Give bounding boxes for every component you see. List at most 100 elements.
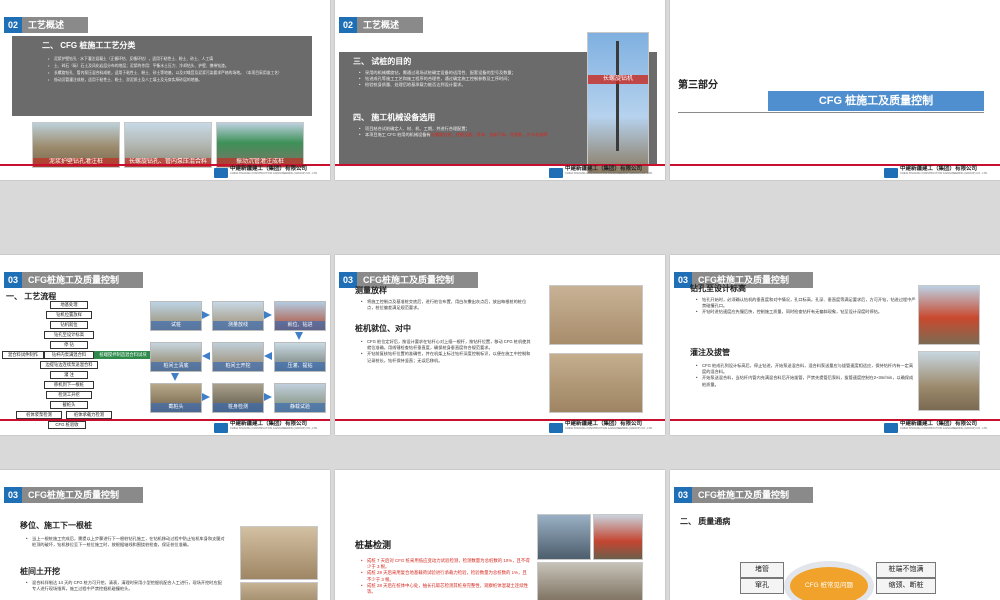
photo-slurry-drill: 泥浆护壁钻孔灌注桩 — [32, 122, 120, 168]
issue-box: 缩颈、断桩 — [876, 578, 936, 594]
company-logo-icon — [884, 423, 898, 433]
divider — [678, 112, 984, 113]
slide-4[interactable]: 03 CFG桩施工及质量控制 一、 工艺流程 地基处理 钻机位置放样 钻机就位 … — [0, 255, 330, 435]
slide-heading: 一、 工艺流程 — [6, 292, 57, 301]
photo-drilling — [918, 285, 980, 345]
bullet-item: 将施工控制点及基准桩交底后，进行桩位布置，用白灰撒出灰点后，放出每根桩的桩位点，… — [361, 299, 531, 311]
bullet-item: 成桩 28 天后在桩体中心处，抽长孔取芯检测其桩身完整性，观察桩体混凝土连续性等… — [361, 583, 531, 595]
flow-step: 钻孔至设计标高 — [44, 331, 94, 339]
slide-9[interactable]: 03 CFG桩施工及质量控制 二、 质量通病 堵管 窜孔 CFG 桩常见问题 桩… — [670, 470, 1000, 600]
photo-long-auger-rig: 长螺旋钻机 — [587, 32, 649, 174]
heading-pile-testing: 桩基检测 — [355, 540, 392, 550]
heading-drill-depth: 钻孔至设计标高 — [690, 284, 746, 293]
flow-photo: 就位、钻进 — [274, 301, 326, 331]
photo-long-auger: 长螺旋钻孔、管内泵压混合料 — [124, 122, 212, 168]
bullet-list: 当上一根桩施工完成后，需提以上步骤进行下一根桩钻孔施工，在钻机移动过程中防止钻机… — [26, 536, 226, 548]
heading-survey: 测量放样 — [355, 286, 387, 295]
flow-step: 桩体浆泵检测 — [16, 411, 62, 419]
photo-vibro-pipe: 振动沉管灌注成桩 — [216, 122, 304, 168]
slide-footer: 中建新疆建工（集团）有限公司 CHINA XINJIANG CONSTRUCTIO… — [0, 164, 330, 180]
section-tag: 03 CFG桩施工及质量控制 — [4, 272, 144, 288]
slide-footer: 中建新疆建工（集团）有限公司 CHINA XINJIANG CONSTRUCTIO… — [670, 419, 1000, 435]
slide-3[interactable]: 第三部分 CFG 桩施工及质量控制 中建新疆建工（集团）有限公司 CHINA XI… — [670, 0, 1000, 180]
flow-step: 地基处理 — [50, 301, 88, 309]
bullet-list: 项目结合试桩确定人、材、机、工期，并进行合理配置； 本项目施工 CFG 桩用的机… — [359, 126, 569, 139]
bullet-item: 成桩 28 天后采用复合地基载荷试验进行承载力检验，检验数量为总桩数的 1%，且… — [361, 570, 531, 582]
slide-5[interactable]: 03 CFG桩施工及质量控制 测量放样 将施工控制点及基准桩交底后，进行桩位布置… — [335, 255, 665, 435]
arrow-down-icon — [171, 373, 179, 381]
heading-pour-extract: 灌注及拔管 — [690, 348, 730, 357]
slide-footer: 中建新疆建工（集团）有限公司 CHINA XINJIANG CONSTRUCTIO… — [335, 164, 665, 180]
company-logo-icon — [549, 168, 563, 178]
bullet-list: 成桩 7 天后对 CFG 桩采用低应变动力试验检测，检测数量为总桩数的 10%，… — [361, 558, 531, 595]
section-tag: 02 工艺概述 — [339, 17, 424, 33]
photo-site-survey — [549, 285, 643, 345]
slide-footer: 中建新疆建工（集团）有限公司 CHINA XINJIANG CONSTRUCTIO… — [335, 419, 665, 435]
arrow-down-icon — [295, 332, 303, 340]
slide-6[interactable]: 03 CFG桩施工及质量控制 钻孔至设计标高 钻孔开始时，必须确认钻机的垂直度和… — [670, 255, 1000, 435]
flow-photo: 桩间土开挖 — [212, 342, 264, 372]
company-logo-icon — [549, 423, 563, 433]
company-logo-icon — [884, 168, 898, 178]
issue-box: 堵管 — [740, 562, 784, 578]
bullet-item: CFG 桩成孔到设计标高后，停止钻进，开始泵送混合料，混合料泵送量应与拔管速度相… — [696, 363, 916, 375]
bullet-item: 本项目施工 CFG 桩用的机械设备有长螺旋钻机、挖掘设备、泵车、自卸汽车、挖掘机… — [359, 132, 569, 138]
heading-test-purpose: 三、 试桩的目的 — [353, 57, 412, 66]
flow-step: 桩体承载力检测 — [66, 411, 112, 419]
photo-testing-team — [537, 514, 591, 560]
arrow-left-icon — [202, 352, 210, 360]
flow-step: 钻杆内泵满混合料 — [44, 351, 94, 359]
flow-photo: 静载试验 — [274, 383, 326, 413]
photo-pouring — [918, 351, 980, 411]
flow-step: 截桩头 — [50, 401, 88, 409]
slide-2[interactable]: 02 工艺概述 三、 试桩的目的 采用的机械螺旋钻，需通过现场试桩确定设备的适用… — [335, 0, 665, 180]
section-title: CFG桩施工及质量控制 — [692, 487, 814, 503]
photo-caption: 长螺旋钻机 — [588, 75, 648, 84]
company-name: 中建新疆建工（集团）有限公司 CHINA XINJIANG CONSTRUCTIO… — [230, 421, 318, 430]
photo-pile-heads — [240, 526, 318, 580]
slide-heading: 二、 CFG 桩施工工艺分类 — [42, 41, 136, 50]
section-number: 03 — [674, 487, 693, 503]
arrow-right-icon — [264, 393, 272, 401]
slide-8[interactable]: 桩基检测 成桩 7 天后对 CFG 桩采用低应变动力试验检测，检测数量为总桩数的… — [335, 470, 665, 600]
part-label: 第三部分 — [678, 80, 718, 91]
flow-step: 边提钻边连续泵送混合料 — [40, 361, 98, 369]
section-number: 02 — [4, 17, 23, 33]
bullet-list: 混合料拌制达 14 天的 CFG 桩方可开挖，清表，清理时采用小型挖掘机配合人工… — [26, 580, 226, 592]
arrow-right-icon — [202, 311, 210, 319]
section-title: 工艺概述 — [357, 17, 424, 33]
flow-step: 检测工开挖 — [46, 391, 92, 399]
section-number: 03 — [4, 272, 23, 288]
issue-box: 桩端不饱满 — [876, 562, 936, 578]
bullet-item: 混合料拌制达 14 天的 CFG 桩方可开挖，清表，清理时采用小型挖掘机配合人工… — [26, 580, 226, 592]
bullet-item: 开钻前复核钻杆位置的准确性，并在机架上标注钻杆深度控制标识，以便在施工中控制和记… — [361, 351, 531, 363]
section-tag: 02 工艺概述 — [4, 17, 89, 33]
arrow-right-icon — [264, 311, 272, 319]
flow-photo: 测量放线 — [212, 301, 264, 331]
section-number: 02 — [339, 17, 358, 33]
company-name: 中建新疆建工（集团）有限公司 CHINA XINJIANG CONSTRUCTIO… — [565, 166, 653, 175]
bullet-list: CFG 桩位定好后，按设计要求在钻杆心对上插一根杆，按钻杆位置，移动 CFG 桩… — [361, 339, 531, 364]
section-tag: 03 CFG桩施工及质量控制 — [4, 487, 144, 503]
heading-move-next: 移位、施工下一根桩 — [20, 521, 92, 530]
bullet-item: 检验桩身质量、处理后地基承载力能否达到设计要求。 — [359, 82, 569, 88]
flow-step: 停 钻 — [50, 341, 88, 349]
flow-step-highlight: 桩端搅拌制造混合料试块 — [94, 351, 152, 359]
section-title: CFG桩施工及质量控制 — [22, 487, 144, 503]
flow-step: 灌 注 — [50, 371, 88, 379]
company-name: 中建新疆建工（集团）有限公司 CHINA XINJIANG CONSTRUCTIO… — [230, 166, 318, 175]
bullet-item: 土、碎石（砾）石土及风化岩层分布的地层；泥浆的作用：平衡水土压力、冷却钻头、护壁… — [48, 63, 303, 70]
flow-step: 混合料试件制作 — [2, 351, 44, 359]
section-tag: 03 CFG桩施工及质量控制 — [674, 487, 814, 503]
slide-7[interactable]: 03 CFG桩施工及质量控制 移位、施工下一根桩 当上一根桩施工完成后，需提以上… — [0, 470, 330, 600]
flow-step: 钻机位置放样 — [46, 311, 92, 319]
bullet-item: 成桩 7 天后对 CFG 桩采用低应变动力试验检测，检测数量为总桩数的 10%，… — [361, 558, 531, 570]
slide-1[interactable]: 02 工艺概述 二、 CFG 桩施工工艺分类 泥浆护壁钻孔 · 水下灌注混凝土（… — [0, 0, 330, 180]
bullet-item: 长螺旋钻孔、管内泵压混合料成桩，适用于粘性土、粉土、砂土等地基，以及对噪音及泥浆… — [48, 70, 303, 77]
section-number: 03 — [4, 487, 23, 503]
bullet-item: 开钻时进钻速度应先慢后快，控制施工质量，同时检查钻杆有无偏斜现象，钻至设计深度时… — [696, 309, 916, 315]
company-logo-icon — [214, 168, 228, 178]
bullet-item: 当上一根桩施工完成后，需提以上步骤进行下一根桩钻孔施工，在钻机移动过程中防止钻机… — [26, 536, 226, 548]
bullet-item: 泥浆护壁钻孔 · 水下灌注混凝土（正循环钻、反循环钻），适用于粘性土、粉土、砂土… — [48, 56, 303, 63]
arrow-right-icon — [202, 393, 210, 401]
